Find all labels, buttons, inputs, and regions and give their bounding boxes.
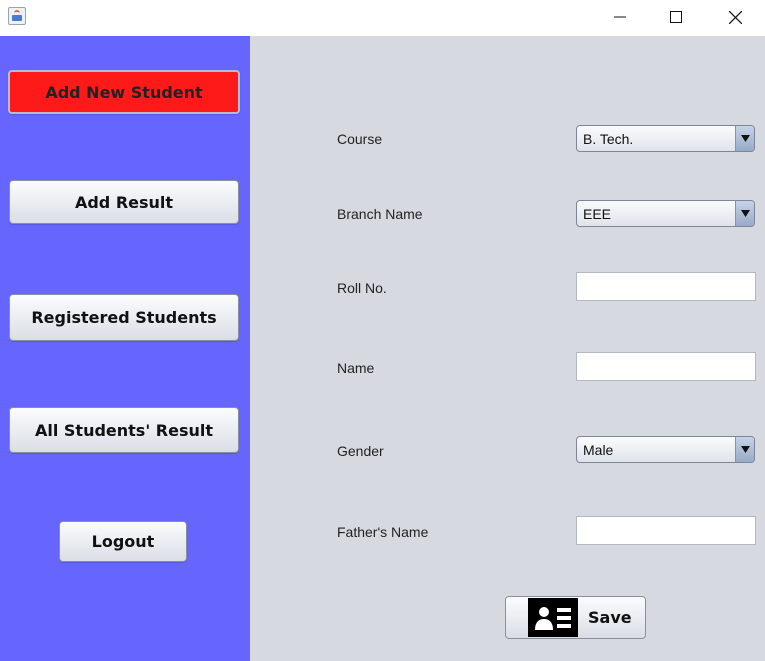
fathers-name-input[interactable]: [576, 516, 756, 545]
gender-dropdown[interactable]: Male: [576, 436, 755, 463]
fathers-name-label: Father's Name: [337, 524, 429, 540]
gender-selected-value: Male: [583, 441, 614, 458]
save-label: Save: [588, 608, 632, 627]
maximize-button[interactable]: [647, 0, 705, 34]
contact-card-icon: [528, 598, 578, 637]
course-label: Course: [337, 131, 383, 147]
branch-selected-value: EEE: [583, 205, 612, 222]
roll-no-label: Roll No.: [337, 280, 387, 296]
logout-button[interactable]: Logout: [59, 521, 187, 562]
name-input[interactable]: [576, 352, 756, 381]
gender-label: Gender: [337, 443, 384, 459]
add-result-button[interactable]: Add Result: [9, 180, 239, 224]
close-button[interactable]: [706, 0, 764, 34]
branch-dropdown[interactable]: EEE: [576, 200, 755, 227]
course-dropdown[interactable]: B. Tech.: [576, 125, 755, 152]
all-students-result-button[interactable]: All Students' Result: [9, 407, 239, 453]
sidebar: Add New Student Add Result Registered St…: [0, 36, 250, 661]
title-bar: [0, 0, 765, 36]
roll-no-input[interactable]: [576, 272, 756, 301]
registered-students-button[interactable]: Registered Students: [9, 294, 239, 341]
maximize-icon: [670, 11, 682, 23]
dropdown-arrow-icon: [735, 201, 754, 226]
java-app-icon: [8, 7, 26, 25]
minimize-icon: [614, 16, 626, 18]
dropdown-arrow-icon: [735, 126, 754, 151]
add-new-student-button[interactable]: Add New Student: [8, 70, 240, 114]
save-button[interactable]: Save: [505, 596, 646, 639]
name-label: Name: [337, 360, 375, 376]
branch-name-label: Branch Name: [337, 206, 423, 222]
close-icon: [728, 10, 742, 24]
course-selected-value: B. Tech.: [583, 130, 634, 147]
student-form-panel: Course B. Tech. Branch Name EEE Roll No.…: [250, 36, 765, 661]
minimize-button[interactable]: [591, 0, 649, 34]
dropdown-arrow-icon: [735, 437, 754, 462]
